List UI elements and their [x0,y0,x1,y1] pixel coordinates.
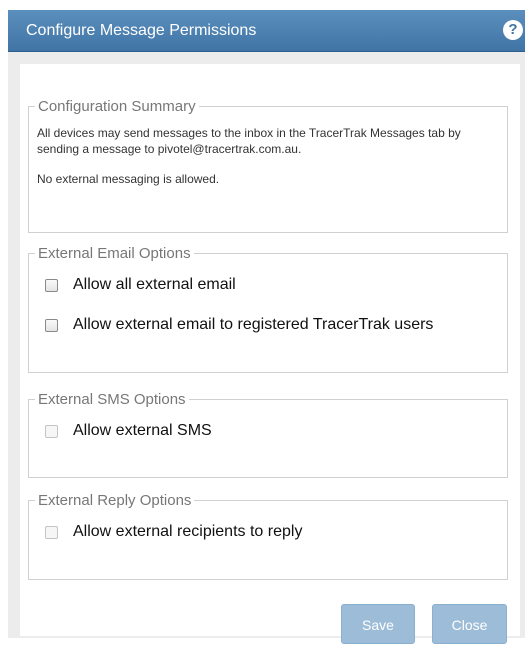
allow-external-sms-checkbox [45,424,58,438]
allow-registered-email-option[interactable]: Allow external email to registered Trace… [45,316,507,334]
allow-external-sms-option: Allow external SMS [45,422,507,440]
allow-all-external-email-checkbox[interactable] [45,278,58,292]
allow-external-reply-label: Allow external recipients to reply [73,523,303,540]
allow-registered-email-label: Allow external email to registered Trace… [73,316,434,333]
dialog-titlebar: Configure Message Permissions ? [8,10,525,52]
summary-line-inbox: All devices may send messages to the inb… [37,126,461,156]
external-sms-options-section: External SMS Options Allow external SMS [28,391,508,478]
external-sms-options-legend: External SMS Options [38,391,186,408]
allow-external-sms-label: Allow external SMS [73,422,212,439]
external-email-options-legend: External Email Options [38,245,191,262]
allow-all-external-email-option[interactable]: Allow all external email [45,276,507,294]
external-email-options-section: External Email Options Allow all externa… [28,245,508,373]
allow-external-reply-checkbox [45,525,58,539]
configuration-summary-legend: Configuration Summary [38,98,196,115]
external-reply-options-legend: External Reply Options [38,492,192,509]
allow-external-reply-option: Allow external recipients to reply [45,523,507,541]
allow-registered-email-checkbox[interactable] [45,318,58,332]
dialog-title: Configure Message Permissions [26,22,257,39]
help-icon[interactable]: ? [503,20,523,40]
configure-message-permissions-dialog: Configure Message Permissions ? Configur… [8,10,525,644]
summary-line-external: No external messaging is allowed. [37,172,220,186]
save-button[interactable]: Save [341,604,415,644]
external-reply-options-section: External Reply Options Allow external re… [28,492,508,580]
dialog-content: Configuration Summary All devices may se… [20,64,520,644]
configuration-summary-section: Configuration Summary All devices may se… [28,98,508,233]
close-button[interactable]: Close [432,604,507,644]
allow-all-external-email-label: Allow all external email [73,276,236,293]
